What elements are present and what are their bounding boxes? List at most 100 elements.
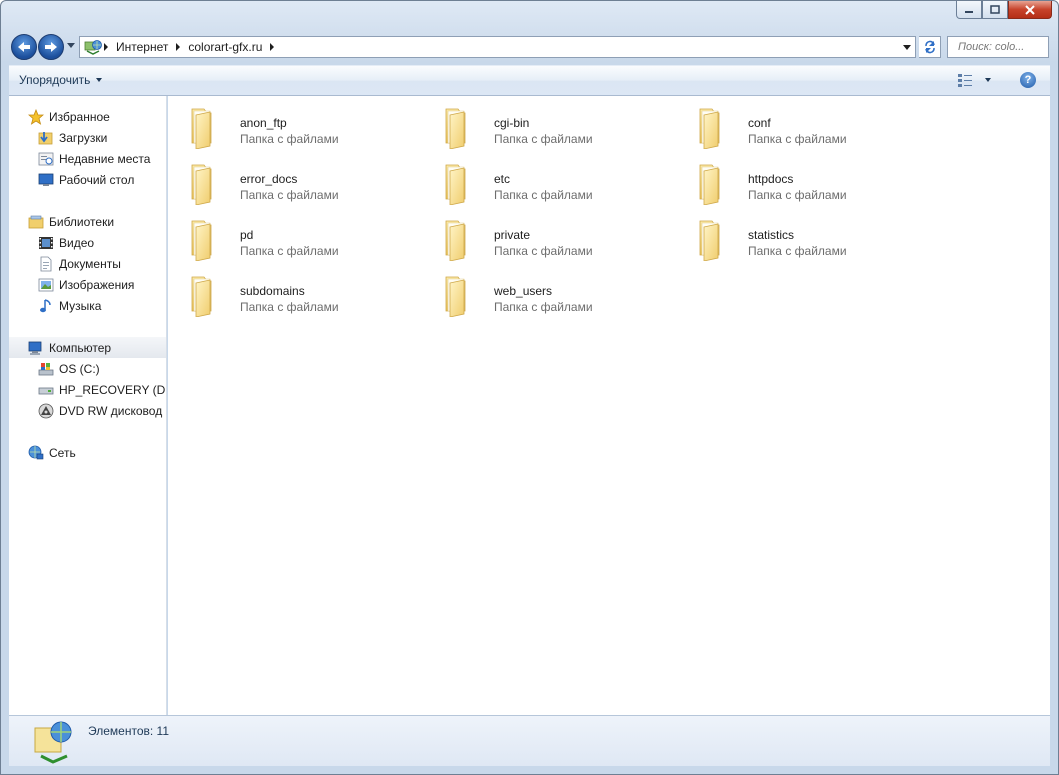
nav-favorites-label: Избранное — [49, 109, 110, 124]
folder-icon — [442, 273, 486, 317]
folder-name: conf — [748, 116, 771, 130]
folder-type: Папка с файлами — [240, 188, 339, 202]
folder-item[interactable]: pd Папка с файлами — [168, 211, 408, 261]
nav-item-drive-d[interactable]: HP_RECOVERY (D:) — [9, 379, 166, 400]
ftp-site-icon — [34, 721, 72, 764]
folder-item[interactable]: conf Папка с файлами — [676, 99, 916, 149]
folder-name: cgi-bin — [494, 116, 530, 130]
folder-name: anon_ftp — [240, 116, 287, 130]
nav-computer-label: Компьютер — [49, 340, 112, 355]
navigation-pane: Избранное Загрузки Недавние места Рабочи… — [9, 96, 167, 715]
nav-item-pictures[interactable]: Изображения — [9, 274, 166, 295]
help-button[interactable]: ? — [1020, 72, 1036, 88]
folder-icon — [188, 273, 232, 317]
nav-item-desktop[interactable]: Рабочий стол — [9, 169, 166, 190]
forward-button[interactable] — [38, 34, 64, 60]
picture-icon — [38, 277, 54, 293]
recent-pages-dropdown[interactable] — [67, 43, 75, 48]
folder-item[interactable]: private Папка с файлами — [422, 211, 662, 261]
library-icon — [28, 214, 44, 230]
nav-item-downloads[interactable]: Загрузки — [9, 127, 166, 148]
nav-item-dvd-drive[interactable]: DVD RW дисковод (E:) — [9, 400, 166, 421]
folder-icon — [696, 217, 740, 261]
explorer-window: Интернет colorart-gfx.ru Поиск: colo... … — [0, 0, 1059, 775]
close-button[interactable] — [1008, 1, 1052, 19]
star-icon — [28, 108, 44, 125]
folder-icon — [188, 105, 232, 149]
nav-item-label: Документы — [59, 256, 121, 271]
change-view-button[interactable] — [957, 73, 991, 87]
nav-item-label: Загрузки — [59, 130, 108, 145]
nav-item-music[interactable]: Музыка — [9, 295, 166, 316]
breadcrumb-chevron[interactable] — [270, 43, 275, 51]
refresh-button[interactable] — [919, 36, 941, 58]
computer-icon — [28, 340, 44, 356]
folder-name: private — [494, 228, 531, 242]
system-drive-icon — [38, 361, 54, 377]
address-dropdown[interactable] — [899, 44, 915, 50]
folder-icon — [442, 217, 486, 261]
nav-item-label: Видео — [59, 235, 95, 250]
breadcrumb: Интернет colorart-gfx.ru — [102, 40, 899, 54]
nav-libraries[interactable]: Библиотеки — [9, 211, 166, 232]
nav-item-drive-c[interactable]: OS (C:) — [9, 358, 166, 379]
folder-name: subdomains — [240, 284, 305, 298]
back-button[interactable] — [11, 34, 37, 60]
folder-type: Папка с файлами — [748, 188, 847, 202]
folder-item[interactable]: subdomains Папка с файлами — [168, 267, 408, 317]
folder-item[interactable]: anon_ftp Папка с файлами — [168, 99, 408, 149]
nav-item-label: Рабочий стол — [59, 172, 135, 187]
caption-buttons — [956, 1, 1052, 19]
item-count: Элементов: 11 — [88, 724, 169, 738]
refresh-icon — [924, 40, 935, 54]
folder-name: pd — [240, 228, 254, 242]
folder-name: web_users — [494, 284, 553, 298]
nav-item-label: Музыка — [59, 298, 102, 313]
organize-button[interactable]: Упорядочить — [19, 73, 103, 87]
folder-item[interactable]: etc Папка с файлами — [422, 155, 662, 205]
folder-icon — [442, 161, 486, 205]
nav-favorites[interactable]: Избранное — [9, 106, 166, 127]
video-icon — [38, 235, 54, 251]
close-icon — [1025, 4, 1035, 15]
folder-item[interactable]: httpdocs Папка с файлами — [676, 155, 916, 205]
nav-item-documents[interactable]: Документы — [9, 253, 166, 274]
folder-type: Папка с файлами — [494, 132, 593, 146]
search-input[interactable]: Поиск: colo... — [947, 36, 1049, 58]
maximize-button[interactable] — [982, 1, 1008, 19]
nav-item-video[interactable]: Видео — [9, 232, 166, 253]
address-bar[interactable]: Интернет colorart-gfx.ru — [79, 36, 916, 58]
folder-icon — [442, 105, 486, 149]
dvd-drive-icon — [38, 403, 54, 419]
breadcrumb-chevron[interactable] — [104, 43, 108, 51]
folder-type: Папка с файлами — [240, 300, 339, 314]
recent-places-icon — [38, 151, 54, 167]
folder-item[interactable]: web_users Папка с файлами — [422, 267, 662, 317]
folder-item[interactable]: cgi-bin Папка с файлами — [422, 99, 662, 149]
breadcrumb-chevron[interactable] — [176, 43, 181, 51]
document-icon — [38, 256, 54, 272]
breadcrumb-site[interactable]: colorart-gfx.ru — [182, 40, 268, 54]
folder-name: statistics — [748, 228, 795, 242]
folder-icon — [188, 217, 232, 261]
nav-libraries-label: Библиотеки — [49, 214, 115, 229]
nav-item-recent-places[interactable]: Недавние места — [9, 148, 166, 169]
folder-type: Папка с файлами — [240, 244, 339, 258]
organize-label: Упорядочить — [19, 73, 91, 87]
folder-name: error_docs — [240, 172, 298, 186]
nav-network[interactable]: Сеть — [9, 442, 166, 463]
maximize-icon — [990, 5, 1000, 14]
command-bar: Упорядочить ? — [9, 65, 1050, 96]
nav-computer[interactable]: Компьютер — [9, 337, 166, 358]
folder-item[interactable]: statistics Папка с файлами — [676, 211, 916, 261]
folder-type: Папка с файлами — [748, 132, 847, 146]
arrow-left-icon — [18, 42, 30, 52]
folder-icon — [696, 161, 740, 205]
folder-type: Папка с файлами — [494, 244, 593, 258]
folder-item[interactable]: error_docs Папка с файлами — [168, 155, 408, 205]
minimize-button[interactable] — [956, 1, 982, 19]
folder-name: etc — [494, 172, 511, 186]
chevron-down-icon — [985, 78, 991, 82]
breadcrumb-internet[interactable]: Интернет — [110, 40, 174, 54]
folder-name: httpdocs — [748, 172, 794, 186]
